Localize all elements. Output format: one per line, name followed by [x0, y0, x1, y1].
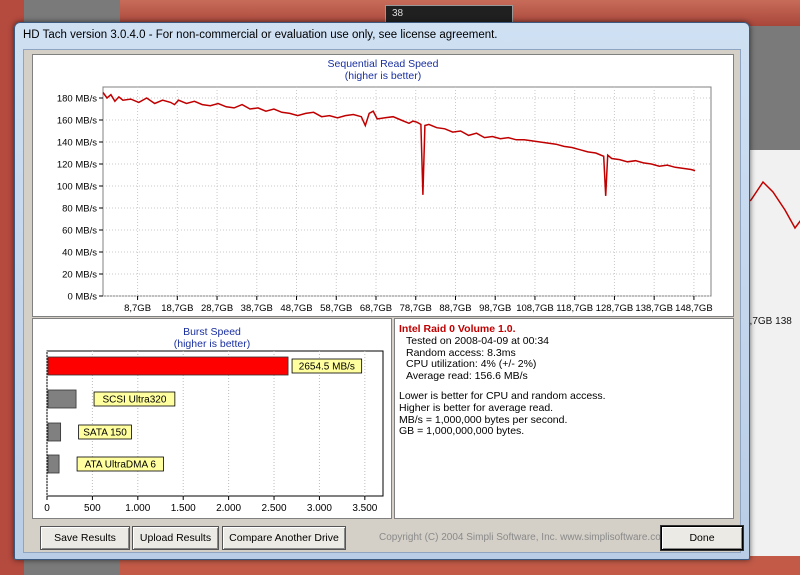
plot-area [102, 86, 712, 297]
average-read: Average read: 156.6 MB/s [406, 370, 528, 383]
x-tick-label: 0 [44, 503, 50, 514]
compare-drive-button[interactable]: Compare Another Drive [222, 526, 346, 550]
x-tick-label: 128,7GB [596, 303, 634, 314]
x-tick-label: 3.000 [307, 503, 332, 514]
x-tick-label: 500 [84, 503, 101, 514]
x-tick-label: 68,7GB [360, 303, 392, 314]
sequential-read-panel: Sequential Read Speed (higher is better)… [32, 54, 734, 317]
y-tick-label: 60 MB/s [62, 226, 97, 237]
y-tick-label: 80 MB/s [62, 204, 97, 215]
note-line: Higher is better for average read. [399, 401, 554, 414]
background-line-fragment [743, 180, 800, 230]
x-tick-label: 38,7GB [241, 303, 273, 314]
y-tick-label: 160 MB/s [57, 116, 97, 127]
y-tick-label: 20 MB/s [62, 270, 97, 281]
burst-bar [47, 356, 289, 376]
burst-bar [47, 454, 60, 474]
note-line: GB = 1,000,000,000 bytes. [399, 425, 525, 438]
results-info: Intel Raid 0 Volume 1.0. Tested on 2008-… [399, 323, 606, 438]
copyright-text: Copyright (C) 2004 Simpli Software, Inc.… [379, 532, 670, 543]
y-tick-label: 100 MB/s [57, 182, 97, 193]
x-tick-label: 78,7GB [400, 303, 432, 314]
y-tick-label: 180 MB/s [57, 94, 97, 105]
x-tick-label: 148,7GB [675, 303, 713, 314]
tested-date: Tested on 2008-04-09 at 00:34 [406, 334, 550, 347]
x-tick-label: 1.000 [125, 503, 150, 514]
background-axis-label: 8,7GB 138 [744, 316, 792, 327]
upload-results-button[interactable]: Upload Results [132, 526, 219, 550]
window-title: HD Tach version 3.0.4.0 - For non-commer… [23, 29, 498, 41]
save-results-button[interactable]: Save Results [40, 526, 130, 550]
y-tick-label: 120 MB/s [57, 160, 97, 171]
burst-speed-panel: Burst Speed (higher is better) 0 500 1.000… [32, 318, 392, 519]
burst-bar-label: SCSI Ultra320 [102, 395, 166, 406]
x-tick-label: 8,7GB [124, 303, 151, 314]
background-chart-fragment [742, 150, 800, 575]
x-tick-label: 88,7GB [439, 303, 471, 314]
x-tick-label: 98,7GB [479, 303, 511, 314]
x-tick-label: 2.500 [262, 503, 287, 514]
x-tick-label: 138,7GB [635, 303, 673, 314]
x-tick-label: 18,7GB [161, 303, 193, 314]
x-tick-label: 58,7GB [320, 303, 352, 314]
burst-bar-label: SATA 150 [83, 428, 127, 439]
burst-bar [47, 422, 62, 442]
background-counter: 38 [385, 5, 513, 23]
y-tick-label: 0 MB/s [67, 292, 97, 303]
burst-speed-chart: 0 500 1.000 1.500 2.000 2.500 3.000 3.500 2654.5… [44, 350, 384, 514]
y-tick-label: 140 MB/s [57, 138, 97, 149]
hdtach-window: HD Tach version 3.0.4.0 - For non-commer… [14, 22, 750, 560]
x-tick-label: 3.500 [352, 503, 377, 514]
x-tick-label: 1.500 [171, 503, 196, 514]
results-info-panel: Intel Raid 0 Volume 1.0. Tested on 2008-… [394, 318, 734, 519]
burst-bar-label: 2654.5 MB/s [299, 362, 355, 373]
burst-bar-label: ATA UltraDMA 6 [85, 460, 157, 471]
x-tick-label: 48,7GB [280, 303, 312, 314]
x-tick-label: 118,7GB [556, 303, 593, 314]
note-line: Lower is better for CPU and random acces… [399, 389, 606, 402]
y-tick-label: 40 MB/s [62, 248, 97, 259]
sequential-read-chart: 0 MB/s 20 MB/s 40 MB/s 60 MB/s 80 MB/s 100 MB… [57, 86, 713, 314]
burst-bar [47, 389, 77, 409]
x-tick-label: 108,7GB [516, 303, 554, 314]
done-button[interactable]: Done [661, 526, 743, 550]
window-client: Sequential Read Speed (higher is better)… [23, 49, 743, 553]
x-tick-label: 2.000 [216, 503, 241, 514]
x-tick-label: 28,7GB [201, 303, 233, 314]
